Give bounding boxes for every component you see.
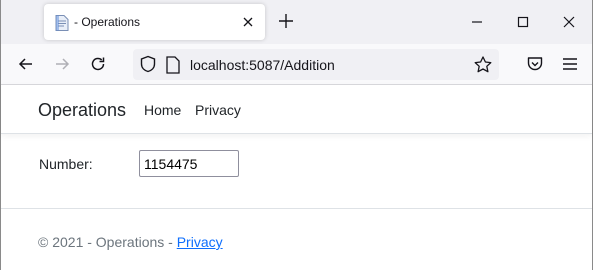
pocket-icon[interactable] <box>525 54 545 74</box>
tab-title: - Operations <box>74 15 141 29</box>
browser-window: - Operations localhost:5087/Addition Ope… <box>0 0 593 270</box>
close-tab-icon[interactable] <box>239 13 257 31</box>
page-icon <box>55 15 69 31</box>
nav-toolbar: localhost:5087/Addition <box>1 44 592 85</box>
site-footer: © 2021 - Operations - Privacy <box>1 208 592 270</box>
url-text[interactable]: localhost:5087/Addition <box>190 57 335 73</box>
arrow-right-icon[interactable] <box>52 54 72 74</box>
nav-link-home[interactable]: Home <box>144 102 181 118</box>
minimize-icon[interactable] <box>468 13 486 31</box>
site-navbar: Operations Home Privacy <box>1 85 592 134</box>
tab-strip: - Operations <box>1 0 592 44</box>
shield-icon[interactable] <box>139 55 157 73</box>
navbar-brand[interactable]: Operations <box>38 100 126 121</box>
hamburger-icon[interactable] <box>560 54 580 74</box>
tab-operations[interactable]: - Operations <box>44 4 265 40</box>
reload-icon[interactable] <box>88 54 108 74</box>
page-info-icon[interactable] <box>165 56 181 74</box>
url-bar[interactable]: localhost:5087/Addition <box>133 49 499 80</box>
number-label: Number: <box>39 156 93 172</box>
maximize-icon[interactable] <box>514 13 532 31</box>
number-input[interactable] <box>139 150 239 177</box>
nav-link-privacy[interactable]: Privacy <box>195 102 241 118</box>
footer-copyright: © 2021 - Operations - <box>38 234 177 250</box>
plus-icon[interactable] <box>277 12 295 30</box>
arrow-left-icon[interactable] <box>16 54 36 74</box>
close-icon[interactable] <box>560 13 578 31</box>
star-icon[interactable] <box>473 55 493 75</box>
web-page: Operations Home Privacy Number: © 2021 -… <box>1 85 592 270</box>
footer-text: © 2021 - Operations - Privacy <box>38 234 223 250</box>
footer-privacy-link[interactable]: Privacy <box>177 234 223 250</box>
